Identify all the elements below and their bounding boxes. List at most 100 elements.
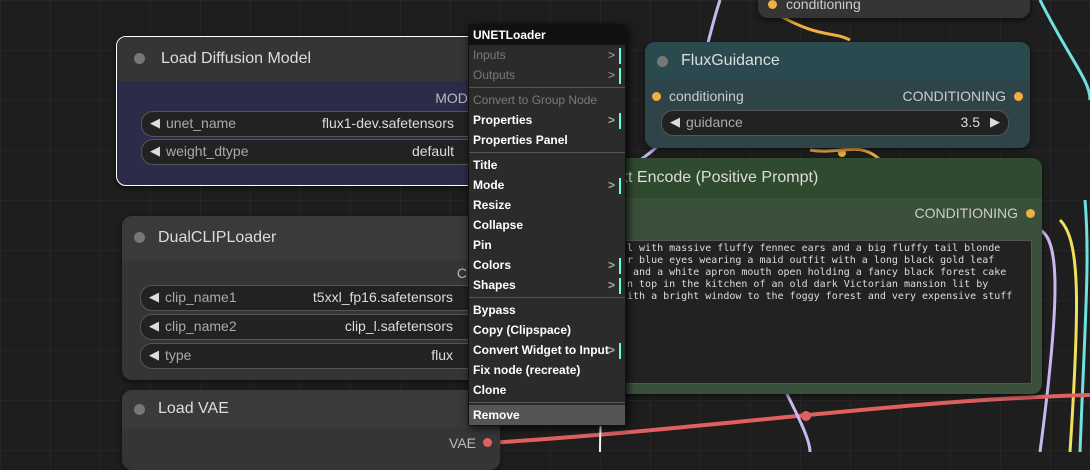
menu-item-clone[interactable]: Clone: [469, 380, 625, 400]
node-title: FluxGuidance: [681, 52, 780, 69]
menu-item-collapse[interactable]: Collapse: [469, 215, 625, 235]
arrow-left-icon[interactable]: ◀: [670, 114, 680, 130]
widget-name: clip_name1: [165, 289, 237, 305]
menu-item-label: Bypass: [473, 303, 516, 317]
node-collapse-dot[interactable]: [134, 404, 145, 415]
wire-reroute-dot[interactable]: [801, 411, 811, 421]
node-title: xt Encode (Positive Prompt): [620, 169, 819, 186]
output-slot-dot[interactable]: [1014, 92, 1023, 101]
menu-item-label: Inputs: [473, 48, 506, 62]
menu-item-properties-panel[interactable]: Properties Panel: [469, 130, 625, 150]
node-title-bar[interactable]: FluxGuidance: [645, 42, 1030, 80]
prompt-textarea[interactable]: l with massive fluffy fennec ears and a …: [622, 240, 1032, 384]
widget-value: t5xxl_fp16.safetensors: [312, 289, 453, 305]
arrow-right-icon[interactable]: ▶: [990, 114, 1000, 130]
menu-separator: [469, 402, 625, 403]
wire-reroute-dot[interactable]: [838, 149, 846, 157]
clip-name2-combo[interactable]: ◀ clip_name2 clip_l.safetensors: [140, 314, 482, 340]
widget-value: 3.5: [960, 114, 980, 130]
arrow-left-icon[interactable]: ◀: [149, 318, 159, 334]
clip-wire: [1058, 218, 1079, 452]
dual-clip-loader-node[interactable]: DualCLIPLoader CLIP ◀ clip_name1 t5xxl_f…: [122, 216, 500, 380]
widget-value: flux: [431, 347, 453, 363]
output-label-vae: VAE: [449, 435, 476, 451]
load-diffusion-model-node[interactable]: Load Diffusion Model MODEL ◀ unet_name f…: [116, 36, 498, 186]
menu-item-properties[interactable]: Properties >: [469, 110, 625, 130]
menu-item-title[interactable]: Title: [469, 155, 625, 175]
node-title-bar[interactable]: xt Encode (Positive Prompt): [600, 158, 1042, 198]
widget-name: type: [165, 347, 192, 363]
input-label-conditioning: conditioning: [669, 88, 744, 104]
unet-name-combo[interactable]: ◀ unet_name flux1-dev.safetensors: [141, 111, 483, 137]
menu-item-label: Collapse: [473, 218, 524, 232]
menu-item-fix-node-recreate[interactable]: Fix node (recreate): [469, 360, 625, 380]
submenu-arrow-icon: >: [608, 175, 621, 195]
widget-value: default: [411, 143, 454, 159]
node-title: Load Diffusion Model: [161, 50, 312, 67]
menu-item-bypass[interactable]: Bypass: [469, 300, 625, 320]
menu-item-label: Copy (Clipspace): [473, 323, 572, 337]
menu-item-label: Convert to Group Node: [473, 93, 598, 107]
menu-item-label: Properties Panel: [473, 133, 568, 147]
menu-item-label: Colors: [473, 258, 512, 272]
weight-dtype-combo[interactable]: ◀ weight_dtype default: [141, 139, 483, 165]
top-node[interactable]: conditioning: [758, 0, 1030, 18]
node-collapse-dot[interactable]: [134, 232, 145, 243]
menu-item-colors[interactable]: Colors >: [469, 255, 625, 275]
menu-item-label: Mode: [473, 178, 505, 192]
arrow-left-icon[interactable]: ◀: [150, 143, 160, 159]
menu-item-label: Clone: [473, 383, 507, 397]
menu-item-label: Pin: [473, 238, 492, 252]
arrow-left-icon[interactable]: ◀: [149, 347, 159, 363]
menu-item-pin[interactable]: Pin: [469, 235, 625, 255]
submenu-arrow-icon: >: [608, 45, 621, 65]
menu-item-label: Remove: [473, 408, 520, 422]
arrow-left-icon[interactable]: ◀: [149, 289, 159, 305]
load-vae-node[interactable]: Load VAE VAE: [122, 390, 500, 470]
menu-item-convert-widget-to-input[interactable]: Convert Widget to Input >: [469, 340, 625, 360]
widget-name: guidance: [686, 114, 743, 130]
guidance-slider[interactable]: ◀ guidance 3.5 ▶: [661, 110, 1009, 136]
vae-output-slot[interactable]: [483, 438, 492, 447]
output-label-conditioning: CONDITIONING: [902, 88, 1006, 104]
clip-name1-combo[interactable]: ◀ clip_name1 t5xxl_fp16.safetensors: [140, 285, 482, 311]
node-title-bar[interactable]: DualCLIPLoader: [122, 216, 500, 260]
menu-item-remove[interactable]: Remove: [469, 405, 625, 425]
menu-separator: [469, 87, 625, 88]
input-slot-dot[interactable]: [652, 92, 661, 101]
menu-item-label: Properties: [473, 113, 533, 127]
widget-value: clip_l.safetensors: [344, 318, 453, 334]
menu-item-label: Resize: [473, 198, 512, 212]
menu-item-outputs: Outputs >: [469, 65, 625, 85]
arrow-left-icon[interactable]: ◀: [150, 115, 160, 131]
type-combo[interactable]: ◀ type flux: [140, 343, 482, 369]
flux-guidance-node[interactable]: FluxGuidance conditioning CONDITIONING ◀…: [645, 42, 1030, 148]
menu-item-copy-clipspace[interactable]: Copy (Clipspace): [469, 320, 625, 340]
widget-value: flux1-dev.safetensors: [321, 115, 454, 131]
widget-name: unet_name: [166, 115, 237, 131]
node-title: DualCLIPLoader: [158, 229, 277, 246]
output-slot-dot[interactable]: [1026, 209, 1035, 218]
menu-item-shapes[interactable]: Shapes >: [469, 275, 625, 295]
context-menu[interactable]: UNETLoader Inputs > Outputs > Convert to Gro…: [468, 24, 626, 426]
node-title-bar[interactable]: Load Diffusion Model: [117, 37, 497, 81]
context-menu-header: UNETLoader: [469, 25, 625, 45]
submenu-arrow-icon: >: [608, 340, 621, 360]
input-slot-dot[interactable]: [768, 0, 777, 9]
text-encode-node[interactable]: xt Encode (Positive Prompt) CONDITIONING…: [600, 158, 1042, 394]
node-collapse-dot[interactable]: [134, 53, 145, 64]
menu-item-convert-to-group-node: Convert to Group Node: [469, 90, 625, 110]
widget-name: clip_name2: [165, 318, 237, 334]
node-title: Load VAE: [158, 400, 229, 417]
menu-separator: [469, 152, 625, 153]
latent-wire: [1038, 0, 1090, 101]
node-title-bar[interactable]: Load VAE: [122, 390, 500, 428]
menu-item-resize[interactable]: Resize: [469, 195, 625, 215]
menu-item-label: Shapes: [473, 278, 516, 292]
node-collapse-dot[interactable]: [657, 56, 668, 67]
submenu-arrow-icon: >: [608, 255, 621, 275]
menu-item-inputs: Inputs >: [469, 45, 625, 65]
menu-item-label: Fix node (recreate): [473, 363, 581, 377]
submenu-arrow-icon: >: [608, 275, 621, 295]
menu-item-mode[interactable]: Mode >: [469, 175, 625, 195]
